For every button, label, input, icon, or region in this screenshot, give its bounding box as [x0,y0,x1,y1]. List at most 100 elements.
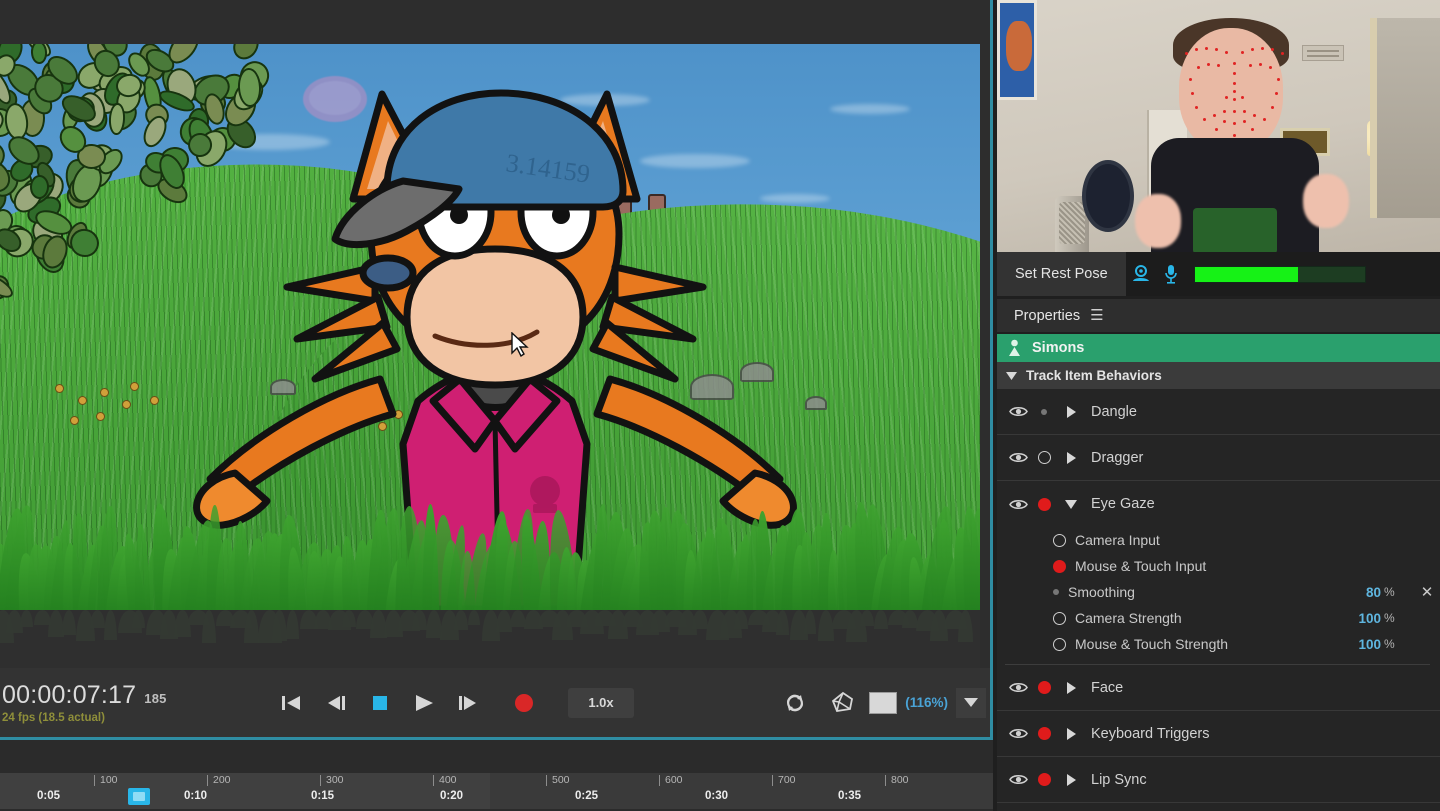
keyboard-triggers-expand-toggle[interactable] [1057,728,1085,740]
set-rest-pose-button[interactable]: Set Rest Pose [997,252,1126,296]
camera-strength-value[interactable]: 100 [1358,611,1381,626]
keyboard-triggers-record-dot[interactable] [1038,727,1051,740]
hamburger-menu-icon[interactable]: ☰ [1090,308,1103,323]
eye-gaze-visibility-toggle[interactable] [1005,498,1031,511]
dragger-arm-toggle[interactable] [1038,451,1051,464]
camera-input-arm-toggle[interactable] [1053,534,1066,547]
dangle-arm-slot[interactable] [1031,409,1057,415]
performer-hand-left [1135,194,1181,248]
smoothing-arm-indicator[interactable] [1053,589,1059,595]
refresh-button[interactable] [773,683,817,723]
dragger-arm-slot[interactable] [1031,451,1057,464]
dragger-expand-toggle[interactable] [1057,452,1085,464]
dangle-visibility-toggle[interactable] [1005,405,1031,418]
sub-property-camera-strength[interactable]: Camera Strength 100% [997,605,1440,631]
eye-gaze-arm-slot[interactable] [1031,498,1057,511]
ruler-frame-tick: 600 [659,775,683,786]
timeline-ruler[interactable]: 1002003004005006007008009000:050:100:150… [0,773,993,809]
playback-speed-value: 1.0x [588,695,613,710]
behavior-row-eye-gaze[interactable]: Eye Gaze [997,481,1440,527]
step-back-button[interactable] [314,683,358,723]
camera-preview-panel[interactable] [997,0,1440,252]
behavior-row-dangle[interactable]: Dangle [997,389,1440,435]
behavior-row-lip-sync[interactable]: Lip Sync [997,757,1440,803]
microphone-toggle-button[interactable] [1156,252,1186,296]
dragger-visibility-toggle[interactable] [1005,451,1031,464]
doorway-frame [1370,18,1440,218]
step-forward-button[interactable] [446,683,490,723]
scene-viewport[interactable]: 3.14159 [0,44,980,668]
smoothing-value[interactable]: 80 [1366,585,1381,600]
timeline-panel[interactable]: 1002003004005006007008009000:050:100:150… [0,740,993,811]
ruler-time-label: 0:15 [311,790,334,802]
sub-property-camera-input[interactable]: Camera Input [997,527,1440,553]
eye-gaze-record-dot[interactable] [1038,498,1051,511]
zoom-dropdown-button[interactable] [956,688,986,718]
ruler-time-label: 0:20 [440,790,463,802]
ruler-time-label: 0:35 [838,790,861,802]
chevron-right-icon [1067,452,1076,464]
camera-strength-arm-toggle[interactable] [1053,612,1066,625]
behaviors-group-header[interactable]: Track Item Behaviors [997,362,1440,389]
sub-property-mouse-touch-input[interactable]: Mouse & Touch Input [997,553,1440,579]
keyboard-triggers-visibility-toggle[interactable] [1005,727,1031,740]
lip-sync-arm-slot[interactable] [1031,773,1057,786]
eye-gaze-label: Eye Gaze [1091,496,1155,512]
lip-sync-visibility-toggle[interactable] [1005,773,1031,786]
ruler-time-label: 0:10 [184,790,207,802]
set-rest-pose-label: Set Rest Pose [1015,266,1108,282]
playhead-marker[interactable] [128,788,150,805]
ruler-frame-tick: 700 [772,775,796,786]
sub-property-mouse-touch-strength[interactable]: Mouse & Touch Strength 100% [997,631,1440,657]
mouse-touch-input-record-dot[interactable] [1053,560,1066,573]
sub-property-smoothing[interactable]: Smoothing 80% ✕ [997,579,1440,605]
ruler-time-label: 0:30 [705,790,728,802]
microphone-icon [1164,264,1178,284]
skip-to-start-icon [282,695,302,711]
chevron-right-icon [1067,728,1076,740]
smoothing-unit: % [1384,585,1414,599]
record-button[interactable] [502,683,546,723]
play-button[interactable] [402,683,446,723]
fps-readout: 24 fps (18.5 actual) [2,712,270,724]
rest-pose-toolbar: Set Rest Pose [997,252,1440,296]
stop-square-icon [371,694,389,712]
lip-sync-record-dot[interactable] [1038,773,1051,786]
lip-sync-expand-toggle[interactable] [1057,774,1085,786]
chevron-down-icon [964,698,978,707]
eye-icon [1009,681,1028,694]
ruler-time-label: 0:25 [575,790,598,802]
dangle-expand-toggle[interactable] [1057,406,1085,418]
go-to-start-button[interactable] [270,683,314,723]
performer-hand-right [1303,174,1349,228]
chevron-right-icon [1067,682,1076,694]
chevron-down-icon [1065,500,1077,509]
behaviors-list[interactable]: Dangle Dragger Eye Gaze Camera Input Mouse &… [997,389,1440,811]
dragger-label: Dragger [1091,450,1143,466]
behavior-row-keyboard-triggers[interactable]: Keyboard Triggers [997,711,1440,757]
behavior-row-face[interactable]: Face [997,665,1440,711]
behavior-row-dragger[interactable]: Dragger [997,435,1440,481]
camera-toggle-button[interactable] [1126,252,1156,296]
selected-puppet-row[interactable]: Simons [997,334,1440,362]
play-triangle-icon [413,694,435,712]
smoothing-clear-button[interactable]: ✕ [1414,583,1440,601]
face-record-dot[interactable] [1038,681,1051,694]
stop-button[interactable] [358,683,402,723]
background-color-swatch[interactable] [869,692,897,714]
ruler-frame-tick: 400 [433,775,457,786]
transport-bar: 00:00:07:17 185 24 fps (18.5 actual) 1.0… [0,668,990,737]
camera-view-button[interactable] [821,683,865,723]
timecode-block[interactable]: 00:00:07:17 185 24 fps (18.5 actual) [0,681,270,724]
face-arm-slot[interactable] [1031,681,1057,694]
mouse-touch-strength-value[interactable]: 100 [1358,637,1381,652]
playback-speed-field[interactable]: 1.0x [568,688,634,718]
frame-number: 185 [144,691,166,706]
zoom-level-label: (116%) [901,695,952,710]
face-expand-toggle[interactable] [1057,682,1085,694]
dangle-arm-indicator[interactable] [1041,409,1047,415]
keyboard-triggers-arm-slot[interactable] [1031,727,1057,740]
face-visibility-toggle[interactable] [1005,681,1031,694]
mouse-touch-strength-arm-toggle[interactable] [1053,638,1066,651]
eye-gaze-expand-toggle[interactable] [1057,500,1085,509]
